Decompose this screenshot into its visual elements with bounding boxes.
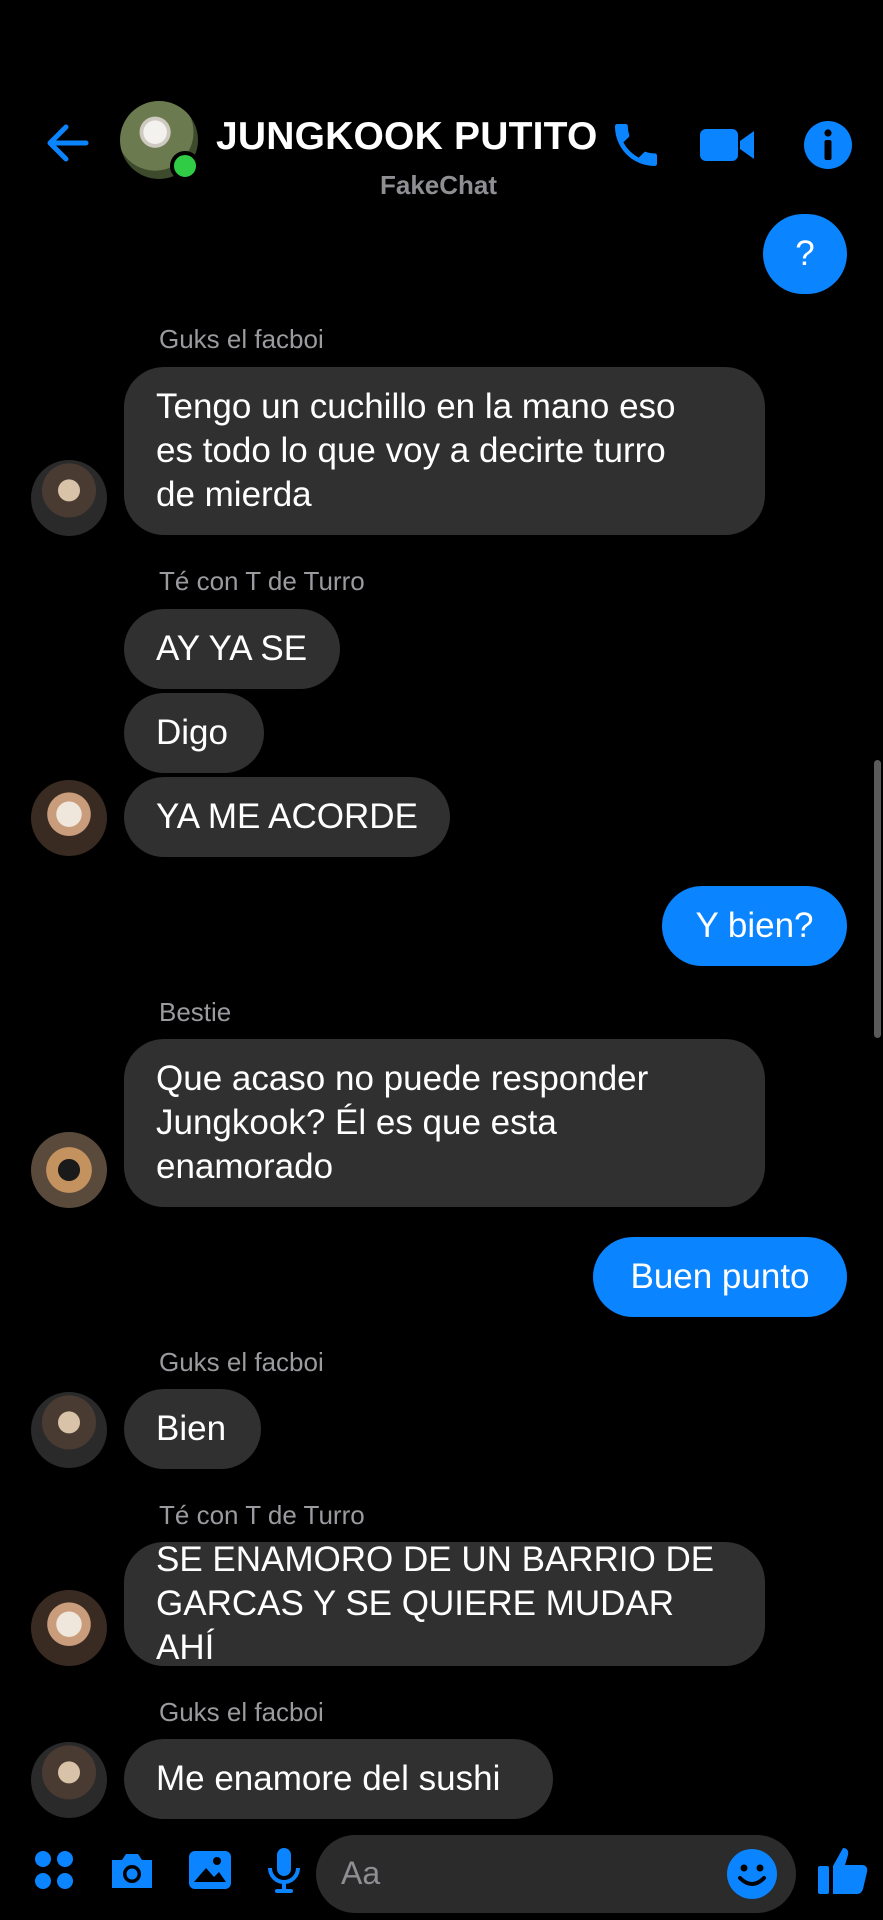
message-text: YA ME ACORDE bbox=[156, 797, 418, 836]
message-text: ? bbox=[795, 234, 815, 273]
incoming-message[interactable]: Tengo un cuchillo en la mano eso es todo… bbox=[124, 367, 765, 535]
contact-avatar[interactable] bbox=[120, 101, 200, 181]
input-placeholder: Aa bbox=[341, 1855, 381, 1891]
outgoing-message[interactable]: ? bbox=[763, 214, 847, 294]
incoming-message[interactable]: Digo bbox=[124, 693, 264, 773]
microphone-icon[interactable] bbox=[258, 1844, 310, 1896]
sender-name: Bestie bbox=[159, 997, 232, 1027]
message-text: Me enamore del sushi bbox=[156, 1759, 501, 1798]
camera-icon[interactable] bbox=[106, 1844, 158, 1896]
avatar[interactable] bbox=[31, 460, 107, 536]
info-icon[interactable] bbox=[800, 117, 856, 173]
outgoing-message[interactable]: Y bien? bbox=[662, 886, 847, 966]
scrollbar[interactable] bbox=[874, 760, 881, 1038]
message-line: enamorado bbox=[156, 1147, 334, 1186]
message-line: Jungkook? Él es que esta bbox=[156, 1103, 557, 1142]
online-status-dot bbox=[170, 151, 200, 181]
message-line: Tengo un cuchillo en la mano eso bbox=[156, 387, 676, 426]
incoming-message[interactable]: YA ME ACORDE bbox=[124, 777, 450, 857]
message-line: Que acaso no puede responder bbox=[156, 1059, 649, 1098]
message-text: Y bien? bbox=[695, 906, 814, 945]
message-text: Buen punto bbox=[630, 1257, 810, 1296]
composer-bar: Aa bbox=[0, 1832, 883, 1916]
message-input[interactable]: Aa bbox=[316, 1835, 796, 1913]
chat-subtitle: FakeChat bbox=[380, 170, 498, 200]
back-arrow-icon[interactable] bbox=[40, 115, 96, 171]
sender-name: Guks el facboi bbox=[159, 1347, 324, 1377]
incoming-message[interactable]: AY YA SE bbox=[124, 609, 340, 689]
avatar[interactable] bbox=[31, 1742, 107, 1818]
message-line: de mierda bbox=[156, 475, 312, 514]
sender-name: Guks el facboi bbox=[159, 324, 324, 354]
avatar[interactable] bbox=[31, 1590, 107, 1666]
message-line: es todo lo que voy a decirte turro bbox=[156, 431, 666, 470]
avatar[interactable] bbox=[31, 1392, 107, 1468]
incoming-message[interactable]: Que acaso no puede responder Jungkook? É… bbox=[124, 1039, 765, 1207]
apps-grid-icon[interactable] bbox=[28, 1844, 80, 1896]
incoming-message[interactable]: Me enamore del sushi bbox=[124, 1739, 553, 1819]
sender-name: Guks el facboi bbox=[159, 1697, 324, 1727]
message-text: Digo bbox=[156, 713, 228, 752]
sender-name: Té con T de Turro bbox=[159, 1500, 365, 1530]
message-line: GARCAS Y SE QUIERE MUDAR AHÍ bbox=[156, 1584, 674, 1667]
sender-name: Té con T de Turro bbox=[159, 566, 365, 596]
incoming-message[interactable]: Bien bbox=[124, 1389, 261, 1469]
thumbs-up-icon[interactable] bbox=[814, 1842, 872, 1900]
chat-header: JUNGKOOK PUTITO FakeChat bbox=[0, 95, 883, 210]
outgoing-message[interactable]: Buen punto bbox=[593, 1237, 847, 1317]
avatar[interactable] bbox=[31, 1132, 107, 1208]
chat-screen: JUNGKOOK PUTITO FakeChat ? Guks el facbo… bbox=[0, 0, 883, 1920]
phone-icon[interactable] bbox=[608, 117, 664, 173]
chat-title[interactable]: JUNGKOOK PUTITO bbox=[216, 115, 597, 159]
gallery-icon[interactable] bbox=[184, 1844, 236, 1896]
message-text: AY YA SE bbox=[156, 629, 308, 668]
video-camera-icon[interactable] bbox=[698, 117, 758, 173]
avatar[interactable] bbox=[31, 780, 107, 856]
emoji-icon[interactable] bbox=[724, 1846, 780, 1902]
incoming-message[interactable]: SE ENAMORO DE UN BARRIO DE GARCAS Y SE Q… bbox=[124, 1540, 765, 1667]
message-line: SE ENAMORO DE UN BARRIO DE bbox=[156, 1540, 715, 1579]
message-text: Bien bbox=[156, 1409, 227, 1448]
